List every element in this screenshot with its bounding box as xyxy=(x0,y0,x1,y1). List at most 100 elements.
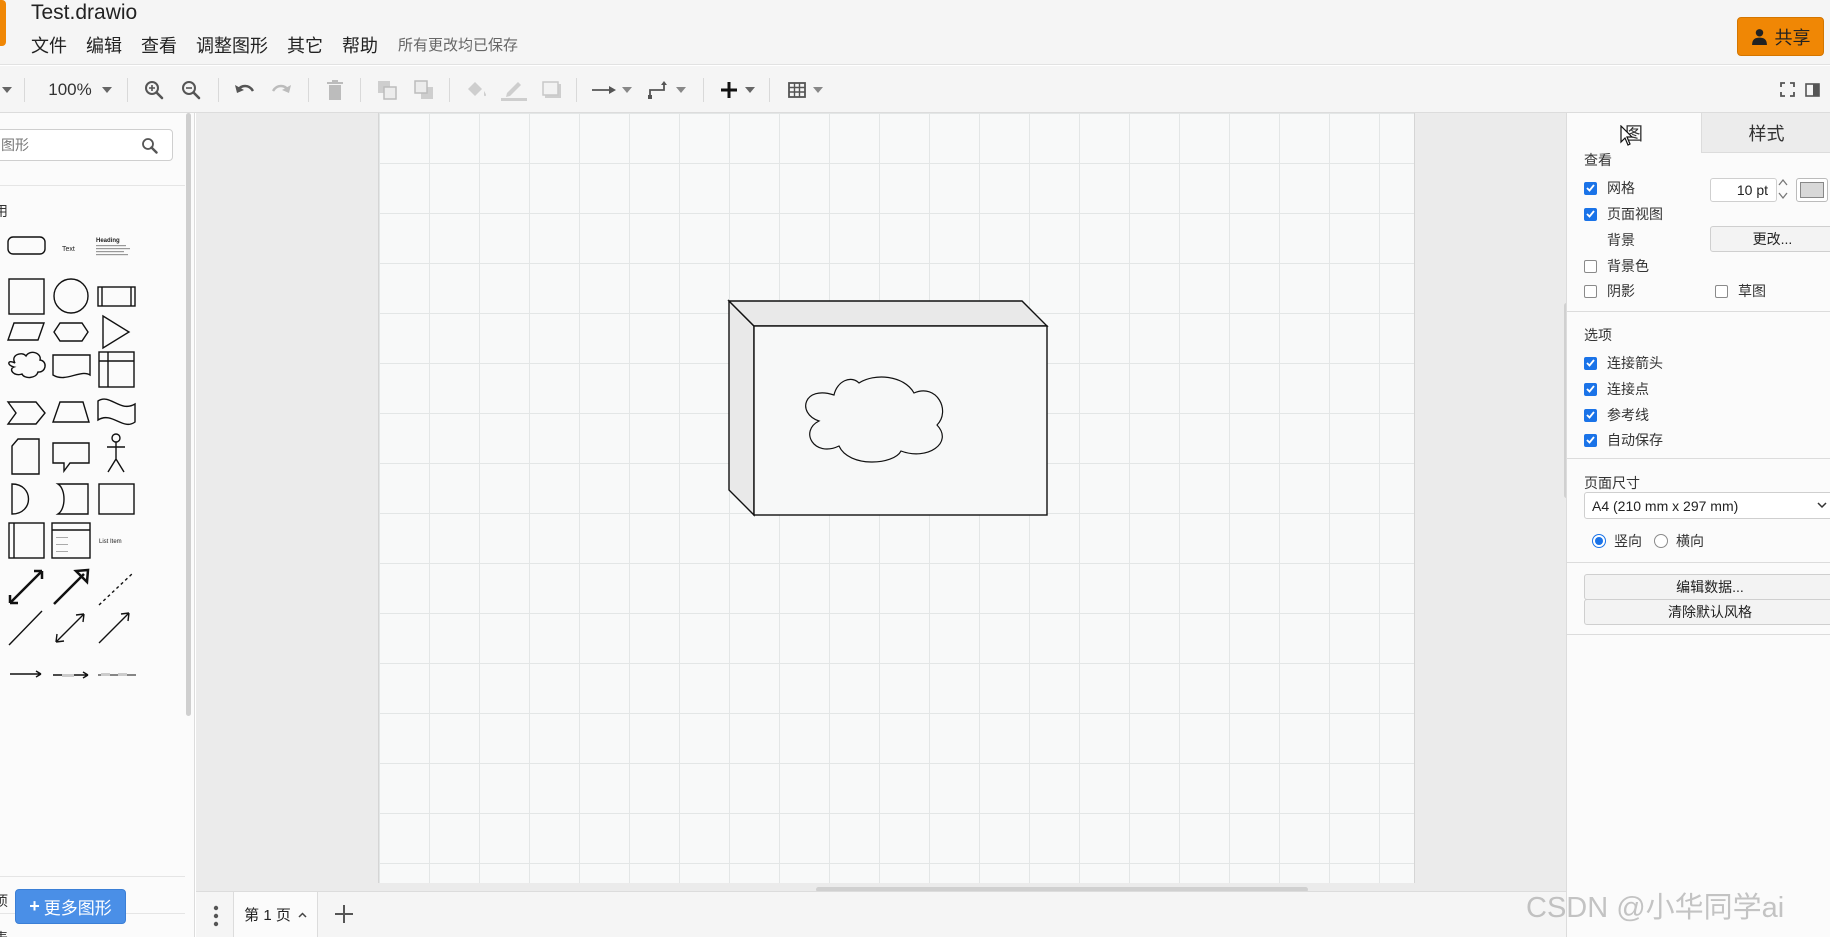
process-shape[interactable] xyxy=(97,286,136,307)
sketch-checkbox[interactable] xyxy=(1715,284,1728,298)
heading-shape[interactable]: Heading xyxy=(96,238,120,244)
list-item-shape[interactable]: List Item xyxy=(99,539,122,545)
background-color-checkbox[interactable] xyxy=(1584,259,1597,273)
undo-button[interactable] xyxy=(232,77,258,102)
list-shape[interactable] xyxy=(51,522,91,559)
trapezoid-shape[interactable] xyxy=(52,401,90,423)
clear-default-style-button[interactable]: 清除默认风格 xyxy=(1584,599,1830,625)
guides-checkbox[interactable] xyxy=(1584,408,1597,422)
shape-search-input[interactable] xyxy=(1,134,141,156)
delete-button[interactable] xyxy=(323,77,347,102)
internal-storage-shape[interactable] xyxy=(98,351,135,388)
fill-color-button[interactable] xyxy=(463,77,489,102)
zoom-dropdown[interactable]: 100% xyxy=(44,77,116,102)
cloud-shape[interactable] xyxy=(8,351,46,379)
arrow-shape[interactable] xyxy=(53,568,90,605)
to-back-button[interactable] xyxy=(412,77,436,102)
spin-up-icon[interactable] xyxy=(1778,178,1788,187)
zoom-in-button[interactable] xyxy=(141,77,167,102)
link-shape[interactable] xyxy=(10,670,42,678)
zoom-in-icon xyxy=(145,80,164,99)
actor-shape[interactable] xyxy=(111,433,121,443)
save-status[interactable]: 所有更改均已保存 xyxy=(398,34,518,58)
change-background-button[interactable]: 更改... xyxy=(1710,226,1830,252)
menu-view[interactable]: 查看 xyxy=(141,34,177,58)
line-shape[interactable] xyxy=(8,610,43,646)
option-autosave: 自动保存 xyxy=(1584,430,1663,450)
step-shape[interactable] xyxy=(6,401,46,425)
tape-shape[interactable] xyxy=(97,398,136,425)
connection-points-checkbox[interactable] xyxy=(1584,382,1597,396)
spin-down-icon[interactable] xyxy=(1778,191,1788,200)
section-advanced[interactable]: 表 xyxy=(0,928,8,937)
shadow-checkbox[interactable] xyxy=(1584,284,1597,298)
grid-checkbox[interactable] xyxy=(1584,181,1597,195)
triangle-shape[interactable] xyxy=(102,314,131,350)
dashed-line-shape[interactable] xyxy=(98,572,134,606)
grid-color-swatch[interactable] xyxy=(1796,178,1828,202)
section-misc[interactable]: 项 xyxy=(0,891,8,911)
format-panel-icon xyxy=(1804,82,1820,97)
bidirectional-arrow-shape[interactable] xyxy=(8,569,44,605)
table-dropdown[interactable] xyxy=(785,77,825,102)
connection-style-dropdown[interactable] xyxy=(590,77,634,102)
option-label: 连接箭头 xyxy=(1607,355,1663,371)
hexagon-shape[interactable] xyxy=(53,322,89,342)
insert-dropdown[interactable] xyxy=(717,77,757,102)
tab-style[interactable]: 样式 xyxy=(1701,113,1830,153)
square-shape[interactable] xyxy=(8,278,45,315)
page-sheet[interactable] xyxy=(378,113,1415,883)
card-shape[interactable] xyxy=(11,438,40,475)
menu-help[interactable]: 帮助 xyxy=(342,34,378,58)
search-icon[interactable] xyxy=(141,137,158,154)
sidebar-scrollbar[interactable] xyxy=(186,113,191,716)
data-storage-shape[interactable] xyxy=(55,483,89,515)
menu-file[interactable]: 文件 xyxy=(31,34,67,58)
portrait-radio[interactable] xyxy=(1592,534,1606,548)
shape-search-box xyxy=(0,129,173,161)
chevron-up-icon xyxy=(298,911,307,918)
menu-edit[interactable]: 编辑 xyxy=(86,34,122,58)
page-menu-icon[interactable] xyxy=(213,905,219,927)
section-general[interactable]: 用 xyxy=(0,201,8,221)
autosave-checkbox[interactable] xyxy=(1584,433,1597,447)
menu-extras[interactable]: 其它 xyxy=(287,34,323,58)
rounded-rectangle-shape[interactable] xyxy=(7,236,46,255)
format-panel-toggle[interactable] xyxy=(1803,77,1821,102)
panel-toggle-button[interactable] xyxy=(0,77,14,102)
redo-button[interactable] xyxy=(268,77,294,102)
page-view-option: 页面视图 xyxy=(1584,204,1663,224)
document-shape[interactable] xyxy=(52,354,91,379)
more-shapes-button[interactable]: + 更多图形 xyxy=(15,889,126,924)
diagram-canvas[interactable] xyxy=(196,113,1566,891)
callout-shape[interactable] xyxy=(52,442,90,474)
container-shape[interactable] xyxy=(98,483,135,515)
add-page-icon[interactable] xyxy=(333,903,355,925)
landscape-radio[interactable] xyxy=(1654,534,1668,548)
shadow-button[interactable] xyxy=(540,77,564,102)
page-size-select[interactable]: A4 (210 mm x 297 mm) xyxy=(1584,492,1830,519)
bidirectional-connector-shape[interactable] xyxy=(55,613,85,643)
page-tab-1[interactable]: 第 1 页 xyxy=(233,892,318,937)
shadow-option: 阴影 xyxy=(1584,281,1635,301)
parallelogram-shape[interactable] xyxy=(7,322,45,341)
zoom-out-button[interactable] xyxy=(178,77,204,102)
directional-connector-shape[interactable] xyxy=(98,612,130,644)
edit-data-button[interactable]: 编辑数据... xyxy=(1584,574,1830,600)
delay-shape[interactable] xyxy=(11,483,29,515)
fullscreen-button[interactable] xyxy=(1778,77,1796,102)
menu-arrange[interactable]: 调整图形 xyxy=(196,34,268,58)
document-title[interactable]: Test.drawio xyxy=(31,0,137,26)
to-front-button[interactable] xyxy=(375,77,399,102)
connection-arrows-checkbox[interactable] xyxy=(1584,356,1597,370)
shape-palette-canvas: Text Heading List Item xyxy=(6,236,136,679)
line-color-button[interactable] xyxy=(500,77,528,102)
waypoints-dropdown[interactable] xyxy=(645,77,689,102)
tab-diagram[interactable]: 图 xyxy=(1567,113,1701,153)
plus-icon xyxy=(720,81,737,98)
text-shape[interactable]: Text xyxy=(62,246,75,253)
grid-size-input[interactable] xyxy=(1710,178,1777,202)
page-view-checkbox[interactable] xyxy=(1584,207,1597,221)
share-button[interactable]: 共享 xyxy=(1737,17,1824,56)
circle-shape[interactable] xyxy=(53,278,89,314)
